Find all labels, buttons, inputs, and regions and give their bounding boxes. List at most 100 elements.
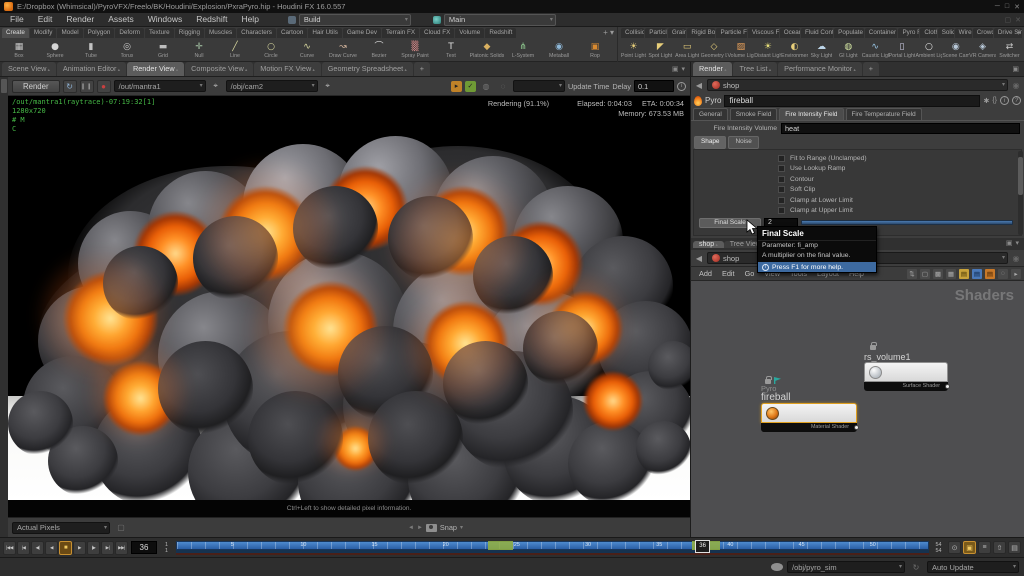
pane-split-icon[interactable]: ▣ <box>1012 63 1019 76</box>
node-body[interactable] <box>864 362 948 382</box>
sync-icon[interactable]: ↻ <box>909 561 923 574</box>
shelf-tool[interactable]: ╱Line <box>217 39 253 62</box>
node-name-input[interactable]: fireball <box>724 95 980 107</box>
shelf-tool[interactable]: ⇄Switcher <box>996 39 1023 62</box>
shelf-add-tab-button[interactable]: + <box>1016 28 1021 37</box>
pane-tab[interactable]: Motion FX View <box>254 62 320 76</box>
fire-intensity-volume-input[interactable]: heat <box>781 123 1020 134</box>
shelf-tab[interactable]: Cartoon <box>277 28 307 38</box>
flags-icon[interactable]: ▤ <box>972 269 982 279</box>
shelf-tool[interactable]: ↝Draw Curve <box>325 39 361 62</box>
current-frame-input[interactable]: 36 <box>131 541 157 554</box>
magnify-icon[interactable]: ◌ <box>496 80 510 93</box>
menu-item[interactable]: Edit <box>31 13 60 26</box>
shelf-tab[interactable]: Solid <box>938 28 954 38</box>
search-icon[interactable]: ◌ <box>998 269 1008 279</box>
shelf-tool[interactable]: ◆Platonic Solids <box>469 39 505 62</box>
grid-toggle-icon[interactable]: ▢ <box>920 269 930 279</box>
shelf-tab[interactable]: Redshift <box>485 28 516 38</box>
prev-snapshot-icon[interactable]: ◄ <box>408 525 414 531</box>
shelf-tool[interactable]: ▦Box <box>1 39 37 62</box>
shelf-tool[interactable]: ∿Caustic Light <box>862 39 889 62</box>
checkbox-row[interactable]: Clamp at Upper Limit <box>778 206 1021 217</box>
info-icon[interactable]: i <box>677 82 686 91</box>
menu-item[interactable]: Windows <box>141 13 189 26</box>
update-mode-select[interactable]: Auto Update ▾ <box>927 561 1019 573</box>
chevron-down-icon[interactable]: ▾ <box>460 524 463 531</box>
snapshot-camera-icon[interactable] <box>426 524 437 532</box>
shelf-tab[interactable]: Texture <box>145 28 174 38</box>
checkbox-row[interactable]: Fit to Range (Unclamped) <box>778 153 1021 164</box>
pane-tab[interactable]: Performance Monitor <box>778 62 862 76</box>
param-scrollbar[interactable] <box>1018 151 1023 235</box>
back-arrow-icon[interactable]: ◀ <box>694 81 704 90</box>
shelf-tool[interactable]: ☀Distant Light <box>754 39 781 62</box>
snapshot-icon[interactable]: ▤ <box>985 269 995 279</box>
shelf-tool[interactable]: ◇Geometry Light <box>701 39 728 62</box>
minimize-button[interactable]: ─ <box>995 3 1000 11</box>
shelf-tool[interactable]: ◐Environment Light <box>781 39 808 62</box>
pane-split-icon[interactable]: ▣ <box>1006 237 1013 250</box>
render-button[interactable]: Render <box>12 80 60 93</box>
pane-tab[interactable]: Render <box>693 62 732 76</box>
checkbox-icon[interactable] <box>778 186 785 193</box>
range-end[interactable]: 54 54 <box>932 542 945 554</box>
desktop-select[interactable]: Build ▾ <box>299 14 411 26</box>
pane-tab[interactable]: Tree List <box>733 62 777 76</box>
message-bubble-icon[interactable] <box>771 563 783 571</box>
shelf-tab[interactable]: Pyro FX <box>898 28 919 38</box>
menu-item[interactable]: Help <box>234 13 265 26</box>
final-scale-slider[interactable] <box>801 220 1013 225</box>
pane-tab[interactable]: + <box>414 62 430 76</box>
output-connector-icon[interactable] <box>945 384 950 389</box>
rop-picker-icon[interactable]: ⌖ <box>209 80 223 93</box>
set-key-icon[interactable]: ⊙ <box>948 541 961 554</box>
shelf-tab[interactable]: Cloud FX <box>420 28 454 38</box>
shelf-tool[interactable]: ∿Curve <box>289 39 325 62</box>
shelf-tool[interactable]: TText <box>433 39 469 62</box>
shelf-tab[interactable]: Crowds <box>973 28 993 38</box>
stop-render-icon[interactable]: ● <box>97 80 111 93</box>
shelf-tool[interactable]: ▭Area Light <box>674 39 701 62</box>
shelf-tool[interactable]: ◈VR Camera <box>969 39 996 62</box>
shelf-tab[interactable]: Particles <box>645 28 667 38</box>
param-tab-fire-intensity-field[interactable]: Fire Intensity Field <box>779 108 843 120</box>
shelf-tool[interactable]: ⌒Bezier <box>361 39 397 62</box>
zoom-mode-select[interactable]: Actual Pixels ▾ <box>12 522 110 534</box>
playback-options-icon[interactable]: ≡ <box>978 541 991 554</box>
checkbox-icon[interactable] <box>778 165 785 172</box>
maximize-button[interactable]: □ <box>1005 3 1009 11</box>
playhead[interactable]: 36 <box>695 540 710 553</box>
checkbox-icon[interactable] <box>778 207 785 214</box>
transport-button[interactable]: ■ <box>59 541 72 555</box>
node-rs-volume1[interactable]: rs_volume1 Surface Shader <box>864 343 948 391</box>
auto-render-toggle-icon[interactable]: ✓ <box>465 81 476 92</box>
auto-key-icon[interactable]: ▣ <box>963 541 976 554</box>
checkbox-row[interactable]: Use Lookup Ramp <box>778 164 1021 175</box>
pane-tab[interactable]: shop <box>693 241 724 248</box>
shelf-tool[interactable]: ▨Volume Light <box>727 39 754 62</box>
preview-toggle-icon[interactable]: ▸ <box>451 81 462 92</box>
shelf-tab[interactable]: Particle Fluids <box>716 28 746 38</box>
shelf-tab[interactable]: Rigid Bodies <box>687 28 715 38</box>
pane-split-icon[interactable]: ▣ <box>672 63 679 76</box>
shelf-tool[interactable]: ☀Point Light <box>620 39 647 62</box>
shelf-tab[interactable]: Grains <box>668 28 687 38</box>
shelf-tool[interactable]: ◉Metaball <box>541 39 577 62</box>
checkbox-icon[interactable] <box>778 197 785 204</box>
list-view-icon[interactable]: ▩ <box>933 269 943 279</box>
shelf-tool[interactable]: ▯Portal Light <box>889 39 916 62</box>
subtab-shape[interactable]: Shape <box>694 136 726 149</box>
checkbox-icon[interactable] <box>778 176 785 183</box>
scene-select[interactable]: Main ▾ <box>444 14 556 26</box>
braces-icon[interactable]: {} <box>992 97 997 104</box>
shelf-tool[interactable]: ○Ambient Light <box>915 39 942 62</box>
shelf-tab[interactable]: Muscles <box>205 28 236 38</box>
pane-gutter[interactable] <box>0 77 8 537</box>
subtab-noise[interactable]: Noise <box>728 136 758 149</box>
shelf-tool[interactable]: ◤Spot Light <box>647 39 674 62</box>
menubar-extra-icon[interactable]: ▢ <box>1005 16 1012 24</box>
shelf-tool[interactable]: ◍GI Light <box>835 39 862 62</box>
shelf-tab[interactable]: Oceans <box>780 28 800 38</box>
reset-zoom-icon[interactable]: ▢ <box>114 521 128 534</box>
